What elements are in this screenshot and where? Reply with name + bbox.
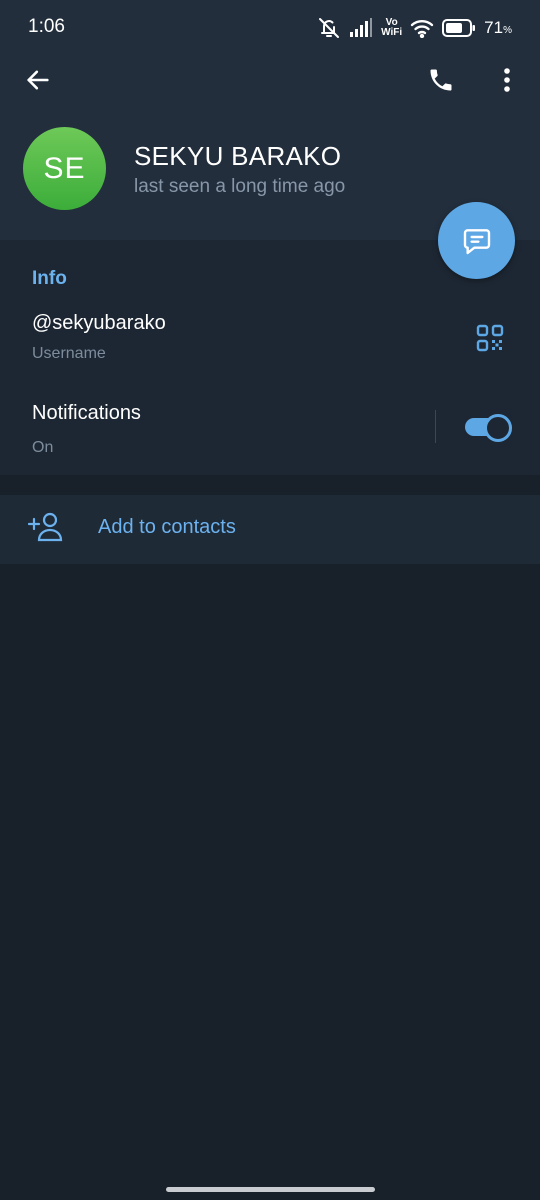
add-to-contacts-label[interactable]: Add to contacts (98, 516, 236, 539)
back-button[interactable] (14, 56, 62, 104)
avatar[interactable]: SE (23, 127, 106, 210)
vowifi-indicator: Vo WiFi (381, 17, 403, 38)
battery-percent: 71% (484, 18, 512, 37)
send-message-button[interactable] (438, 202, 515, 279)
more-vertical-icon (504, 68, 510, 92)
chat-message-icon (463, 228, 490, 254)
qr-code-button[interactable] (470, 318, 510, 358)
battery-icon (442, 19, 476, 37)
contact-name: SEKYU BARAKO (134, 141, 342, 171)
add-to-contacts-row[interactable] (0, 495, 540, 564)
more-options-button[interactable] (483, 56, 531, 104)
home-indicator[interactable] (166, 1187, 375, 1192)
notifications-toggle[interactable] (463, 412, 513, 442)
phone-icon (430, 69, 452, 91)
signal-icon (349, 18, 373, 38)
notifications-title[interactable]: Notifications (32, 402, 141, 425)
wifi-icon (410, 18, 434, 38)
status-icons: Vo WiFi 71% (317, 14, 512, 42)
info-heading: Info (32, 268, 67, 289)
call-button[interactable] (417, 56, 465, 104)
notifications-status: On (32, 439, 54, 456)
mute-vibrate-icon (317, 16, 341, 40)
arrow-left-icon (27, 70, 49, 90)
status-time: 1:06 (28, 16, 65, 37)
username-value[interactable]: @sekyubarako (32, 312, 166, 335)
toggle-thumb (484, 414, 512, 442)
add-person-icon (27, 511, 64, 545)
divider (435, 410, 436, 443)
qr-code-icon (476, 324, 504, 352)
username-label: Username (32, 345, 106, 362)
last-seen-status: last seen a long time ago (134, 176, 346, 197)
